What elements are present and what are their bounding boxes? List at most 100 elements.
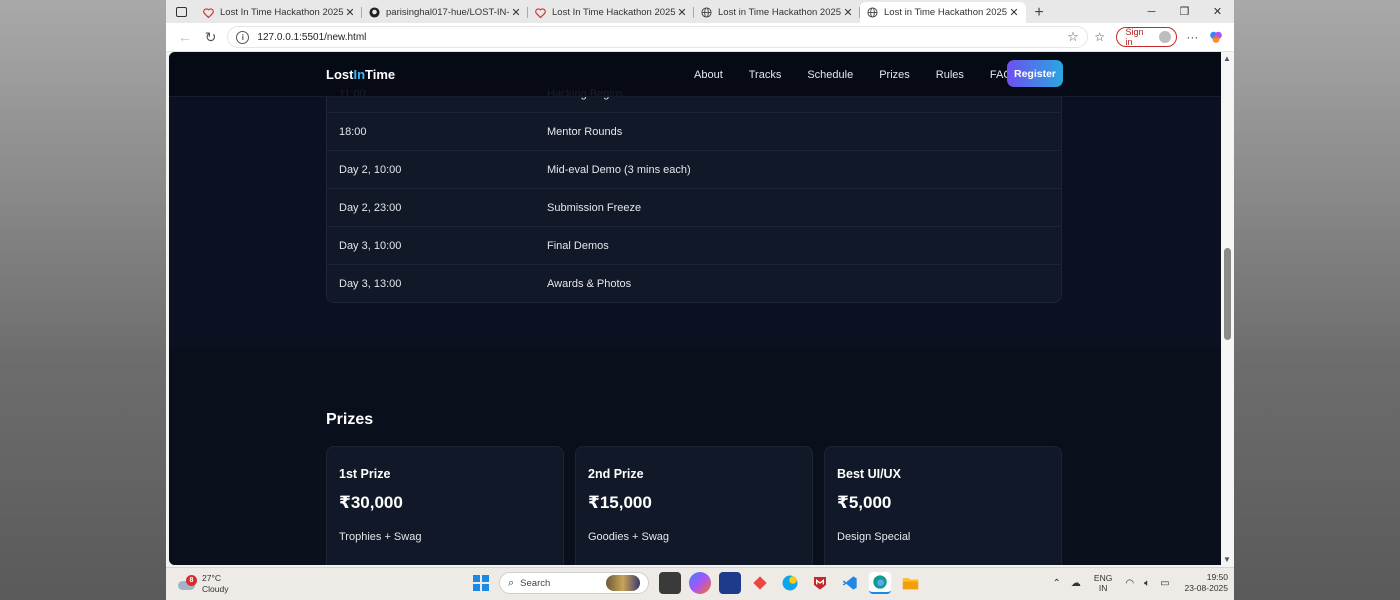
favorites-icon[interactable]: ☆ (1088, 26, 1112, 48)
table-row: Day 2, 10:00 Mid-eval Demo (3 mins each) (327, 151, 1061, 189)
more-options-icon[interactable]: ··· (1181, 26, 1205, 48)
search-icon: ⌕ (508, 576, 515, 589)
tab-actions-icon (175, 6, 187, 17)
clock[interactable]: 19:50 23-08-2025 (1185, 572, 1228, 594)
site-navbar: LostInTime About Tracks Schedule Prizes … (169, 52, 1221, 97)
prize-amount: ₹30,000 (339, 493, 403, 512)
weather-temp: 27°C (202, 573, 221, 583)
schedule-event: Mentor Rounds (547, 125, 623, 138)
logo-prefix: Lost (326, 67, 354, 82)
register-button[interactable]: Register (1007, 60, 1063, 87)
volume-icon[interactable]: 🔈︎ (1144, 578, 1150, 589)
mcafee-icon[interactable] (809, 572, 831, 594)
schedule-event: Mid-eval Demo (3 mins each) (547, 163, 691, 176)
schedule-event: Submission Freeze (547, 201, 642, 214)
site-logo[interactable]: LostInTime (326, 67, 395, 82)
tab-2[interactable]: parisinghal017-hue/LOST-IN-TIM ✕ (362, 2, 528, 23)
new-tab-button[interactable]: + (1026, 2, 1052, 23)
chevron-up-icon[interactable]: ⌃ (1053, 578, 1061, 589)
nav-prizes[interactable]: Prizes (879, 69, 910, 81)
copilot-app-icon[interactable] (689, 572, 711, 594)
prize-name: 2nd Prize (588, 467, 644, 481)
vscode-icon[interactable] (839, 572, 861, 594)
scroll-down-icon[interactable]: ▼ (1223, 555, 1231, 564)
tab-1[interactable]: Lost In Time Hackathon 2025 ~ C ✕ (196, 2, 362, 23)
profile-icon (1158, 31, 1171, 43)
lang-bottom: IN (1098, 583, 1108, 593)
schedule-time: Day 2, 23:00 (339, 201, 402, 214)
desktop-background-right (1234, 0, 1400, 600)
file-explorer-icon[interactable] (899, 572, 921, 594)
desktop-background-left (0, 0, 166, 600)
windows-start-icon[interactable] (473, 575, 489, 591)
close-icon[interactable]: ✕ (1008, 6, 1020, 19)
taskbar-search[interactable]: ⌕ Search (499, 572, 649, 594)
cloud-icon: 8 (178, 575, 197, 591)
sign-in-label: Sign in (1125, 27, 1144, 47)
diamond-app-icon[interactable] (749, 572, 771, 594)
tab-5-active[interactable]: Lost in Time Hackathon 2025 ✕ (860, 2, 1026, 23)
language-indicator[interactable]: ENG IN (1094, 573, 1112, 593)
close-window-icon[interactable]: ✕ (1201, 0, 1234, 23)
weather-widget[interactable]: 8 27°C Cloudy (178, 573, 228, 595)
tab-strip: Lost In Time Hackathon 2025 ~ C ✕ parisi… (166, 0, 1234, 23)
schedule-time: Day 2, 10:00 (339, 163, 402, 176)
back-icon[interactable]: ← (172, 26, 198, 48)
schedule-event: Final Demos (547, 239, 609, 252)
close-icon[interactable]: ✕ (676, 6, 688, 19)
prize-card-1st: 1st Prize ₹30,000 Trophies + Swag (326, 446, 564, 565)
prize-desc: Trophies + Swag (339, 531, 422, 543)
close-icon[interactable]: ✕ (842, 6, 854, 19)
tab-title: Lost In Time Hackathon 2025 ~ C (220, 7, 344, 18)
scroll-thumb[interactable] (1224, 248, 1231, 340)
clock-date: 23-08-2025 (1184, 583, 1228, 593)
browser-toolbar: ← ↻ i 127.0.0.1:5501/new.html ☆ ☆ Sign i… (166, 23, 1234, 52)
info-icon[interactable]: i (236, 30, 250, 44)
window-controls: ─ ❐ ✕ (1135, 0, 1234, 23)
schedule-time: Day 3, 10:00 (339, 239, 402, 252)
refresh-icon[interactable]: ↻ (198, 26, 224, 48)
system-tray: ⌃ ☁ ENG IN ◠ 🔈︎ ▭ 19:50 23-08-2025 (1048, 572, 1228, 594)
close-icon[interactable]: ✕ (510, 6, 522, 19)
weather-desc: Cloudy (202, 584, 229, 594)
page-scrollbar[interactable]: ▲ ▼ (1221, 52, 1234, 565)
minimize-icon[interactable]: ─ (1135, 0, 1168, 23)
prize-card-2nd: 2nd Prize ₹15,000 Goodies + Swag (575, 446, 813, 565)
task-view-icon[interactable] (659, 572, 681, 594)
battery-icon[interactable]: ▭ (1160, 578, 1169, 589)
clock-time: 19:50 (1206, 572, 1228, 582)
tab-3[interactable]: Lost In Time Hackathon 2025 ~ C ✕ (528, 2, 694, 23)
address-bar[interactable]: i 127.0.0.1:5501/new.html ☆ (227, 26, 1088, 48)
edge-beta-icon[interactable] (779, 572, 801, 594)
tab-4[interactable]: Lost in Time Hackathon 2025 ✕ (694, 2, 860, 23)
search-highlight-image (606, 575, 640, 591)
page-viewport: 11:00 Hacking Begins 18:00 Mentor Rounds… (169, 52, 1221, 565)
scroll-up-icon[interactable]: ▲ (1223, 54, 1231, 63)
sign-in-button[interactable]: Sign in (1115, 27, 1177, 47)
nav-links: About Tracks Schedule Prizes Rules FAQ (694, 52, 1038, 97)
globe-icon (866, 7, 878, 19)
wifi-icon[interactable]: ◠ (1125, 578, 1134, 589)
tab-title: Lost in Time Hackathon 2025 (718, 7, 842, 18)
tab-title: parisinghal017-hue/LOST-IN-TIM (386, 7, 510, 18)
restore-icon[interactable]: ❐ (1168, 0, 1201, 23)
schedule-table: 11:00 Hacking Begins 18:00 Mentor Rounds… (326, 74, 1062, 303)
schedule-event: Awards & Photos (547, 278, 632, 290)
tab-title: Lost In Time Hackathon 2025 ~ C (552, 7, 676, 18)
close-icon[interactable]: ✕ (344, 6, 356, 19)
lang-top: ENG (1093, 573, 1113, 583)
nav-about[interactable]: About (694, 69, 723, 81)
windows-taskbar: 8 27°C Cloudy ⌕ Search ⌃ ☁ ENG IN ◠ 🔈︎ ▭… (166, 567, 1234, 600)
store-icon[interactable] (719, 572, 741, 594)
cloud-sync-icon[interactable]: ☁ (1071, 578, 1081, 589)
nav-schedule[interactable]: Schedule (807, 69, 853, 81)
star-icon[interactable]: ☆ (1067, 29, 1079, 45)
copilot-icon[interactable] (1204, 26, 1228, 48)
heart-icon (202, 7, 214, 19)
nav-rules[interactable]: Rules (936, 69, 964, 81)
nav-tracks[interactable]: Tracks (749, 69, 782, 81)
tab-actions-button[interactable] (166, 0, 196, 23)
table-row: Day 3, 13:00 Awards & Photos (327, 265, 1061, 302)
edge-icon[interactable] (869, 572, 891, 594)
url-text: 127.0.0.1:5501/new.html (257, 31, 367, 43)
